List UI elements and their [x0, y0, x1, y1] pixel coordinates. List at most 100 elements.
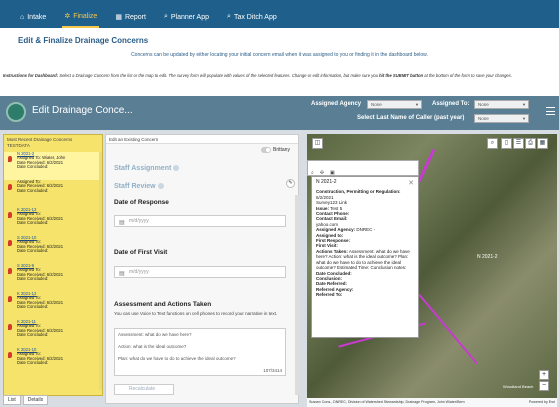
- map-attribution: Sussex Cons., DNREC, Division of Watersh…: [307, 398, 557, 407]
- section-staff-review-label: Staff Review: [114, 183, 156, 190]
- assigned-to-label: Assigned To:: [432, 101, 470, 107]
- page-subtitle: Concerns can be updated by either locati…: [131, 52, 428, 58]
- section-staff-review[interactable]: Staff Review: [114, 183, 164, 190]
- popup-field: Construction, Permitting or Regulation: …: [316, 189, 414, 200]
- instructions-bold: hit the SUBMIT button: [379, 73, 424, 78]
- action-line: Action: what is the ideal outcome?: [118, 344, 187, 349]
- user-toggle[interactable]: [261, 147, 271, 153]
- edit-pencil-icon[interactable]: ✎: [286, 179, 295, 188]
- nav-planner-app[interactable]: ⌕ Planner App: [162, 6, 211, 28]
- list-item[interactable]: S 2021-10 Assigned To: Date Received: 6/2/…: [4, 235, 102, 264]
- menu-icon[interactable]: [546, 107, 555, 115]
- basemap-icon[interactable]: ▦: [537, 138, 548, 149]
- search-icon: ⌕: [163, 13, 168, 20]
- date-concluded: Date Concluded:: [17, 332, 49, 338]
- print-icon[interactable]: ⎙: [525, 138, 536, 149]
- popup-field-value: DNREC -: [355, 227, 376, 233]
- list-item[interactable]: S 2021-9 Assigned To: Date Received: 6/2/2…: [4, 263, 102, 292]
- nav-intake[interactable]: ⌂ Intake: [18, 6, 48, 28]
- zoom-out-button[interactable]: −: [539, 381, 549, 391]
- popup-field: Referred To:: [316, 292, 414, 297]
- search-icon: ⌕: [227, 13, 231, 20]
- tab-details[interactable]: Details: [22, 395, 49, 405]
- popup-field-key: Actions Taken:: [316, 248, 348, 254]
- popup-toolbar: ⌕ ✣ ▣: [307, 160, 419, 176]
- info-icon: [173, 165, 180, 172]
- popup-field-key: First Response:: [316, 238, 351, 244]
- popup-field-key: Issue:: [316, 205, 330, 211]
- list-item[interactable]: Assigned To: Date Received: 6/2/2021 Date …: [4, 179, 102, 208]
- date-concluded: Date Concluded:: [17, 187, 49, 193]
- popup-field-value: Test 5: [329, 205, 343, 211]
- date-response-label: Date of Response: [114, 199, 169, 206]
- char-count: 107/3414: [263, 368, 282, 373]
- powered-by: Powered by Esri: [528, 400, 555, 404]
- popup-field-key: Assigned to:: [316, 232, 344, 238]
- date-first-visit-label: Date of First Visit: [114, 249, 168, 256]
- layers-icon[interactable]: ◫: [312, 138, 323, 149]
- bookmark-icon[interactable]: ▯: [501, 138, 512, 149]
- gear-icon: ✲: [64, 13, 71, 20]
- popup-title: N 2021-2: [316, 179, 337, 185]
- search-icon[interactable]: ⌕: [487, 138, 498, 149]
- chevron-down-icon: ▼: [522, 102, 526, 107]
- instructions-body: Select a Drainage Concern from the list …: [58, 73, 380, 78]
- calendar-icon: ▦: [115, 14, 122, 21]
- popup-field-value: 6/2/2021: [316, 194, 334, 200]
- attribution-text: Sussex Cons., DNREC, Division of Watersh…: [309, 400, 465, 404]
- last-name-select[interactable]: None ▼: [474, 114, 529, 123]
- map-pin-icon: [8, 212, 12, 218]
- form-scrollbar[interactable]: [295, 195, 299, 395]
- user-toggle-label: Brittany: [273, 147, 290, 153]
- chevron-down-icon: ▼: [415, 102, 419, 107]
- list-item[interactable]: K 2021-13 Assigned To: Date Received: 6/2/…: [4, 207, 102, 236]
- nav-tax-ditch-app[interactable]: ⌕ Tax Ditch App: [225, 6, 279, 28]
- zoom-in-button[interactable]: +: [539, 370, 549, 380]
- instructions: Instructions for Dashboard: Select a Dra…: [3, 73, 558, 79]
- assigned-agency-select[interactable]: None ▼: [367, 100, 422, 109]
- list-icon[interactable]: ☰: [513, 138, 524, 149]
- nav-report[interactable]: ▦ Report: [113, 6, 148, 28]
- assigned-to-value: None: [478, 102, 489, 107]
- recalculate-label: Recalculate: [129, 386, 156, 392]
- list-tabs: List Details: [3, 395, 49, 405]
- map-pin-icon: [8, 352, 12, 358]
- form-header: Edit an Existing Concern: [106, 135, 298, 144]
- list-scrollbar[interactable]: [99, 152, 102, 390]
- plan-line: Plan: what do we have to do to achieve t…: [118, 356, 236, 361]
- list-header: Most Recent Drainage Concerns TESTDATA: [4, 135, 102, 151]
- section-staff-assignment[interactable]: Staff Assignment: [114, 165, 180, 172]
- feature-popup: ✕ N 2021-2 Construction, Permitting or R…: [311, 176, 419, 338]
- map-pin-icon: [8, 156, 12, 162]
- date-first-visit-input[interactable]: ▤ m/d/yyyy: [114, 266, 286, 278]
- date-concluded: Date Concluded:: [17, 164, 49, 170]
- popup-field-key: Construction, Permitting or Regulation:: [316, 189, 401, 195]
- assigned-to-select[interactable]: None ▼: [474, 100, 529, 109]
- tab-list[interactable]: List: [3, 395, 21, 405]
- close-icon[interactable]: ✕: [408, 180, 414, 187]
- date-response-input[interactable]: ▤ m/d/yyyy: [114, 215, 286, 227]
- list-item[interactable]: K 2021-10 Assigned To: Date Received: 6/2/…: [4, 347, 102, 376]
- date-concluded: Date Concluded:: [17, 248, 49, 254]
- list-item[interactable]: N 2021-2 Assigned To: Wiater, John Date Re…: [4, 152, 102, 180]
- assessment-label: Assessment and Actions Taken: [114, 301, 212, 308]
- recalculate-button[interactable]: Recalculate: [114, 384, 174, 395]
- calendar-icon: ▤: [119, 271, 125, 277]
- calendar-icon: ▤: [119, 220, 125, 226]
- popup-field-value: yahoo.com: [316, 221, 339, 227]
- list-item[interactable]: K 2021-11 Assigned To: Date Received: 6/2/…: [4, 319, 102, 348]
- map-label-place: Woodland Beach: [503, 384, 534, 389]
- date-first-visit-placeholder: m/d/yyyy: [129, 269, 149, 275]
- popup-field-key: First Visit:: [316, 243, 338, 249]
- date-concluded: Date Concluded:: [17, 220, 49, 226]
- popup-field: Actions Taken: Assessment: what do we ha…: [316, 249, 414, 271]
- nav-finalize[interactable]: ✲ Finalize: [62, 6, 100, 28]
- map-label-concern: N 2021-2: [477, 254, 498, 260]
- date-concluded: Date Concluded:: [17, 276, 49, 282]
- instructions-tail: at the bottom of the form to save your c…: [423, 73, 513, 78]
- popup-field-key: Date Concluded:: [316, 270, 352, 276]
- last-name-label: Select Last Name of Caller (past year): [357, 115, 465, 121]
- list-header-subtitle: TESTDATA: [7, 143, 30, 148]
- assessment-textarea[interactable]: Assessment: what do we have here? Action…: [114, 328, 286, 376]
- list-item[interactable]: K 2021-12 Assigned To: Date Received: 6/2/…: [4, 291, 102, 320]
